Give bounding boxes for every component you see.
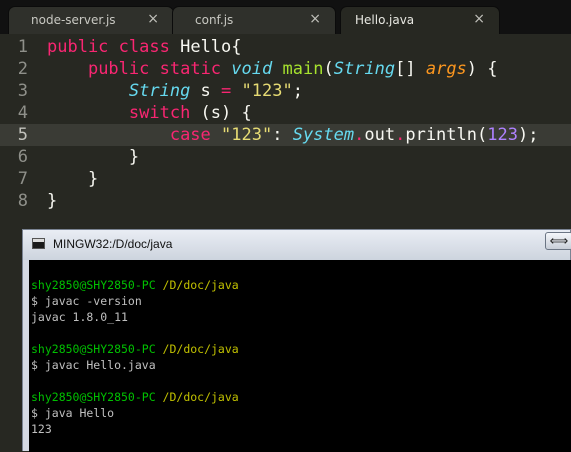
code-token: "123" (221, 125, 273, 145)
prompt-user: shy2850@SHY2850-PC (31, 278, 156, 292)
code-token: System (292, 125, 355, 145)
terminal-console[interactable]: shy2850@SHY2850-PC /D/doc/java $ javac -v… (29, 260, 571, 452)
code-token: s (190, 81, 222, 101)
prompt-line: shy2850@SHY2850-PC /D/doc/java (31, 278, 239, 292)
console-line: $ javac Hello.java (31, 358, 156, 372)
line-number: 4 (17, 103, 28, 123)
prompt-path: /D/doc/java (155, 342, 239, 356)
code-token: . (354, 125, 365, 145)
tab-label: Hello.java (355, 13, 415, 27)
code-token: String (128, 81, 191, 101)
tab-label: node-server.js (31, 13, 116, 27)
code-token: void (231, 59, 273, 79)
line-number: 3 (17, 81, 28, 101)
code-text: String s = "123"; (47, 80, 303, 102)
code-token: "123" (241, 81, 293, 101)
line-number: 2 (17, 59, 28, 79)
code-token: = (221, 81, 232, 101)
code-token: (s) { (190, 103, 252, 123)
close-icon[interactable]: × (147, 11, 159, 27)
code-token: [] (395, 59, 426, 79)
code-text: public class Hello{ (47, 36, 242, 58)
console-line: 123 (31, 422, 52, 436)
close-icon[interactable]: × (309, 11, 321, 27)
code-token: args (425, 59, 467, 79)
line-number: 7 (17, 169, 28, 189)
tab-bar: node-server.js × conf.js × Hello.java × (0, 0, 571, 34)
code-text: case "123": System.out.println(123); (47, 124, 539, 146)
tab-label: conf.js (195, 13, 234, 27)
line-number: 5 (17, 125, 28, 145)
prompt-path: /D/doc/java (155, 390, 239, 404)
console-line: $ javac -version (31, 294, 142, 308)
prompt-path: /D/doc/java (155, 278, 239, 292)
code-token: } (47, 147, 140, 167)
code-token: } (47, 169, 99, 189)
code-text: } (47, 168, 98, 190)
prompt-line: shy2850@SHY2850-PC /D/doc/java (31, 390, 239, 404)
code-token: public (47, 37, 109, 57)
code-line[interactable]: 4 switch (s) { (0, 102, 571, 124)
line-number: 6 (17, 147, 28, 167)
code-token: public (87, 59, 150, 79)
code-line[interactable]: 6 } (0, 146, 571, 168)
code-line[interactable]: 5 case "123": System.out.println(123); (0, 124, 571, 146)
code-token: ) { (466, 59, 498, 79)
code-line[interactable]: 8} (0, 190, 571, 212)
code-token: case (169, 125, 211, 145)
prompt-line: shy2850@SHY2850-PC /D/doc/java (31, 342, 239, 356)
code-token: class (118, 37, 170, 57)
terminal-icon (32, 238, 45, 249)
terminal-window[interactable]: MINGW32:/D/doc/java ⟺ shy2850@SHY2850-PC… (22, 229, 571, 452)
code-line[interactable]: 1 public class Hello{ (0, 36, 571, 58)
code-text: public static void main(String[] args) { (47, 58, 498, 80)
prompt-user: shy2850@SHY2850-PC (31, 390, 156, 404)
code-token: . (395, 125, 406, 145)
code-token: static (159, 59, 222, 79)
code-line[interactable]: 7 } (0, 168, 571, 190)
code-line[interactable]: 3 String s = "123"; (0, 80, 571, 102)
code-token: } (47, 191, 58, 211)
terminal-title: MINGW32:/D/doc/java (53, 237, 173, 251)
tab-hello-java[interactable]: Hello.java × (340, 6, 500, 34)
code-token: ( (323, 59, 334, 79)
tab-conf[interactable]: conf.js × (172, 6, 336, 34)
code-token: String (333, 59, 396, 79)
terminal-title-bar[interactable]: MINGW32:/D/doc/java ⟺ (23, 230, 571, 260)
line-number: 8 (17, 191, 28, 211)
code-token: ); (517, 125, 539, 145)
code-token: println (405, 125, 477, 145)
code-text: } (47, 146, 139, 168)
resize-icon[interactable]: ⟺ (545, 232, 571, 250)
code-token: out (364, 125, 396, 145)
prompt-user: shy2850@SHY2850-PC (31, 342, 156, 356)
console-line: $ java Hello (31, 406, 115, 420)
line-number: 1 (17, 37, 28, 57)
code-token: Hello{ (169, 37, 242, 57)
code-text: } (47, 190, 57, 212)
code-text: switch (s) { (47, 102, 252, 124)
code-token: main (282, 59, 324, 79)
code-token: 123 (487, 125, 518, 145)
console-line: javac 1.8.0_11 (31, 310, 128, 324)
code-token: ( (477, 125, 488, 145)
tab-node-server[interactable]: node-server.js × (8, 6, 174, 34)
code-token: switch (128, 103, 191, 123)
code-line[interactable]: 2 public static void main(String[] args)… (0, 58, 571, 80)
close-icon[interactable]: × (473, 11, 485, 27)
code-editor[interactable]: 1 public class Hello{2 public static void… (0, 34, 571, 224)
code-token: : (272, 125, 293, 145)
code-token: ; (292, 81, 303, 101)
